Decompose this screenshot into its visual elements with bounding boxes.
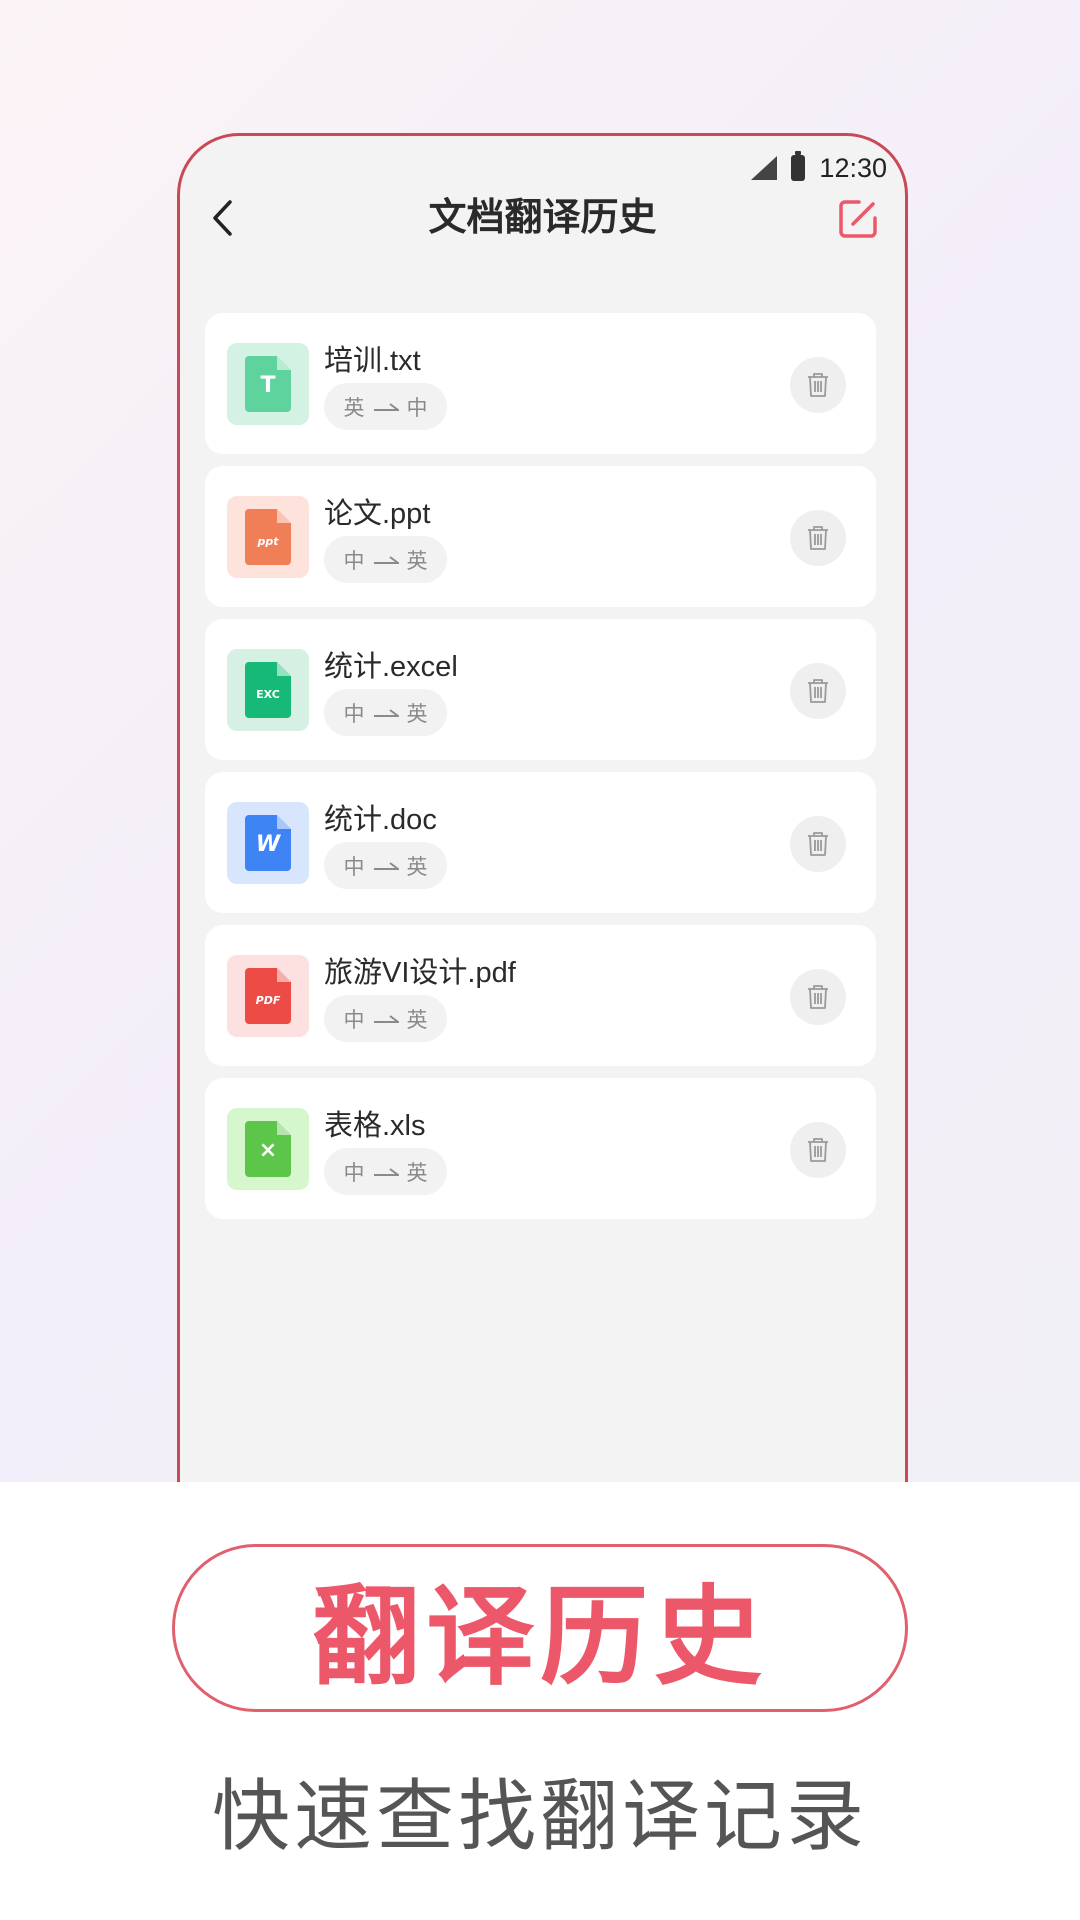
source-language: 英 <box>343 396 365 420</box>
list-item[interactable]: ppt 论文.ppt 中英 <box>205 466 876 607</box>
phone-frame: 12:30 文档翻译历史 T 培训.txt 英中 ppt 论文.ppt 中英 EXC 统计.e… <box>177 133 908 1583</box>
file-type-label: W <box>256 832 282 857</box>
arrow-right-icon <box>373 1014 399 1023</box>
file-name: 统计.excel <box>324 651 458 683</box>
delete-button[interactable] <box>790 510 846 566</box>
delete-button[interactable] <box>790 663 846 719</box>
target-language: 英 <box>406 1008 428 1032</box>
history-list: T 培训.txt 英中 ppt 论文.ppt 中英 EXC 统计.excel 中英 W 统计.doc… <box>205 313 876 1231</box>
target-language: 英 <box>406 702 428 726</box>
trash-icon <box>808 526 828 550</box>
delete-button[interactable] <box>790 357 846 413</box>
target-language: 英 <box>406 855 428 879</box>
target-language: 英 <box>406 1161 428 1185</box>
arrow-right-icon <box>373 555 399 564</box>
list-item[interactable]: W 统计.doc 中英 <box>205 772 876 913</box>
file-name: 统计.doc <box>324 804 437 836</box>
page-title: 文档翻译历史 <box>428 197 657 239</box>
excel-file-icon: EXC <box>227 649 309 731</box>
source-language: 中 <box>343 1008 365 1032</box>
delete-button[interactable] <box>790 969 846 1025</box>
source-language: 中 <box>343 855 365 879</box>
language-pair: 英中 <box>324 383 447 430</box>
source-language: 中 <box>343 549 365 573</box>
arrow-right-icon <box>373 402 399 411</box>
xls-file-icon: × <box>227 1108 309 1190</box>
file-type-label: T <box>260 373 275 398</box>
target-language: 英 <box>406 549 428 573</box>
arrow-right-icon <box>373 708 399 717</box>
edit-button[interactable] <box>837 198 879 240</box>
list-item[interactable]: × 表格.xls 中英 <box>205 1078 876 1219</box>
list-item[interactable]: PDF 旅游VI设计.pdf 中英 <box>205 925 876 1066</box>
trash-icon <box>808 985 828 1009</box>
language-pair: 中英 <box>324 995 447 1042</box>
file-name: 旅游VI设计.pdf <box>324 957 516 989</box>
nav-bar: 文档翻译历史 <box>180 176 905 260</box>
file-type-label: PDF <box>256 994 281 1007</box>
doc-file-icon: W <box>227 802 309 884</box>
ppt-file-icon: ppt <box>227 496 309 578</box>
trash-icon <box>808 679 828 703</box>
promo-subtitle: 快速查找翻译记录 <box>211 1772 868 1860</box>
source-language: 中 <box>343 702 365 726</box>
list-item[interactable]: EXC 统计.excel 中英 <box>205 619 876 760</box>
arrow-right-icon <box>373 1167 399 1176</box>
trash-icon <box>808 373 828 397</box>
language-pair: 中英 <box>324 536 447 583</box>
trash-icon <box>808 832 828 856</box>
txt-file-icon: T <box>227 343 309 425</box>
delete-button[interactable] <box>790 1122 846 1178</box>
language-pair: 中英 <box>324 689 447 736</box>
file-name: 论文.ppt <box>324 498 431 530</box>
promo-title: 翻译历史 <box>311 1576 768 1697</box>
file-name: 培训.txt <box>324 345 421 377</box>
language-pair: 中英 <box>324 842 447 889</box>
delete-button[interactable] <box>790 816 846 872</box>
promo-panel: 翻译历史 快速查找翻译记录 <box>0 1482 1080 1920</box>
file-type-label: ppt <box>256 535 279 548</box>
file-name: 表格.xls <box>324 1110 426 1142</box>
language-pair: 中英 <box>324 1148 447 1195</box>
source-language: 中 <box>343 1161 365 1185</box>
pdf-file-icon: PDF <box>227 955 309 1037</box>
promo-title-pill: 翻译历史 <box>172 1544 908 1712</box>
target-language: 中 <box>406 396 428 420</box>
file-type-label: × <box>259 1138 277 1163</box>
list-item[interactable]: T 培训.txt 英中 <box>205 313 876 454</box>
file-type-label: EXC <box>256 688 280 701</box>
arrow-right-icon <box>373 861 399 870</box>
trash-icon <box>808 1138 828 1162</box>
edit-icon <box>839 200 877 238</box>
